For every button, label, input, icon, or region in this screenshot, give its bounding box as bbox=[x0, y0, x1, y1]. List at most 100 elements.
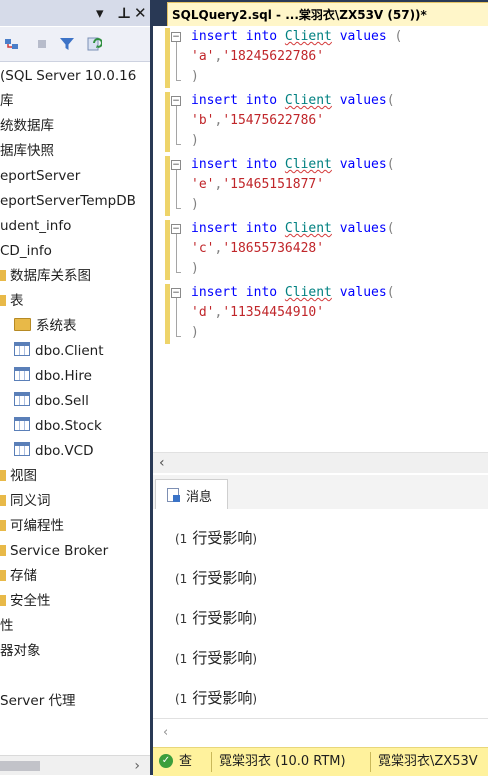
message-count: (1 bbox=[175, 572, 188, 586]
string-literal: '18245622786' bbox=[222, 49, 325, 64]
close-icon[interactable]: ✕ bbox=[134, 4, 147, 22]
tree-node[interactable]: eportServerTempDB bbox=[0, 189, 136, 213]
folder-icon bbox=[0, 470, 6, 481]
collapse-region-icon[interactable]: − bbox=[171, 32, 181, 42]
sql-keyword: values bbox=[339, 221, 387, 236]
filter-icon[interactable] bbox=[59, 36, 75, 52]
folder-icon bbox=[0, 295, 6, 306]
table-icon bbox=[14, 367, 30, 381]
changed-line-marker bbox=[165, 156, 170, 216]
tree-node[interactable]: dbo.Sell bbox=[14, 389, 89, 413]
tree-node[interactable]: (SQL Server 10.0.16 bbox=[0, 64, 136, 88]
tree-node-label: CD_info bbox=[0, 243, 52, 259]
tree-node-label: dbo.VCD bbox=[35, 443, 94, 459]
string-literal: '11354454910' bbox=[222, 305, 325, 320]
code-line: 'b','15475622786' bbox=[191, 111, 324, 131]
folder-icon bbox=[0, 595, 6, 606]
query-status-bar: ✓ 查 霓棠羽衣 (10.0 RTM) 霓棠羽衣\ZX53V bbox=[153, 747, 488, 776]
auto-hide-pin-icon[interactable]: ⊥ bbox=[117, 4, 131, 22]
folder-icon bbox=[0, 570, 6, 581]
query-status-text: 查 bbox=[179, 754, 193, 769]
tree-node[interactable]: 性 bbox=[0, 614, 14, 638]
tree-node[interactable]: 数据库关系图 bbox=[0, 264, 91, 288]
scroll-thumb[interactable] bbox=[0, 761, 40, 771]
tree-node[interactable]: dbo.VCD bbox=[14, 439, 94, 463]
collapse-region-icon[interactable]: − bbox=[171, 288, 181, 298]
tree-node-label: 存储 bbox=[10, 568, 37, 584]
message-close: ) bbox=[252, 692, 258, 706]
tree-node[interactable]: dbo.Hire bbox=[14, 364, 92, 388]
message-row: (1 行受影响) bbox=[175, 608, 257, 629]
paren: ) bbox=[191, 261, 199, 276]
table-name: Client bbox=[284, 29, 332, 44]
editor-horizontal-scrollbar[interactable]: ‹ bbox=[153, 452, 488, 473]
sql-code-editor[interactable]: − insert into Client values ('a','1824562… bbox=[153, 26, 488, 451]
tree-node[interactable]: CD_info bbox=[0, 239, 52, 263]
tree-node[interactable]: dbo.Client bbox=[14, 339, 104, 363]
tree-node[interactable]: 同义词 bbox=[0, 489, 51, 513]
refresh-icon[interactable] bbox=[86, 36, 103, 52]
tree-node[interactable]: Server 代理 bbox=[0, 689, 76, 713]
object-explorer-panel: ▾ ⊥ ✕ (SQL Server 10.0.16 库统数据库据库快照 eportS… bbox=[0, 0, 150, 775]
code-line: 'a','18245622786' bbox=[191, 47, 324, 67]
tree-node[interactable]: 表 bbox=[0, 289, 24, 313]
messages-horizontal-scrollbar[interactable]: ‹ bbox=[153, 718, 488, 747]
string-literal: '15475622786' bbox=[222, 113, 325, 128]
tree-node-label: 安全性 bbox=[10, 593, 51, 609]
tree-node-label: dbo.Hire bbox=[35, 368, 92, 384]
tree-node[interactable]: dbo.Stock bbox=[14, 414, 102, 438]
window-position-dropdown[interactable]: ▾ bbox=[96, 4, 104, 22]
sql-keyword: insert into bbox=[191, 285, 278, 300]
tree-node[interactable]: 器对象 bbox=[0, 639, 41, 663]
tree-node[interactable]: 视图 bbox=[0, 464, 37, 488]
tree-node[interactable]: 可编程性 bbox=[0, 514, 64, 538]
tree-node[interactable]: 安全性 bbox=[0, 589, 51, 613]
collapse-region-icon[interactable]: − bbox=[171, 96, 181, 106]
collapse-region-icon[interactable]: − bbox=[171, 160, 181, 170]
table-icon bbox=[14, 342, 30, 356]
tree-node-label: 据库快照 bbox=[0, 143, 54, 159]
message-close: ) bbox=[252, 612, 258, 626]
tree-node-label: eportServerTempDB bbox=[0, 193, 136, 209]
tree-node[interactable]: 系统表 bbox=[14, 314, 77, 338]
tree-node[interactable]: udent_info bbox=[0, 214, 71, 238]
tab-messages[interactable]: 消息 bbox=[155, 479, 228, 509]
object-explorer-titlebar: ▾ ⊥ ✕ bbox=[0, 0, 150, 26]
sql-keyword: values bbox=[339, 157, 387, 172]
messages-icon bbox=[167, 488, 180, 502]
table-name: Client bbox=[284, 221, 332, 236]
collapse-region-icon[interactable]: − bbox=[171, 224, 181, 234]
table-name: Client bbox=[284, 285, 332, 300]
document-tab-strip: SQLQuery2.sql - ...棠羽衣\ZX53V (57))* bbox=[153, 0, 488, 26]
tree-node[interactable]: Service Broker bbox=[0, 539, 108, 563]
explorer-horizontal-scrollbar[interactable]: › bbox=[0, 755, 150, 775]
tree-node[interactable]: 统数据库 bbox=[0, 114, 54, 138]
message-close: ) bbox=[252, 572, 258, 586]
results-tab-bar: 消息 bbox=[153, 475, 488, 509]
stop-icon[interactable] bbox=[34, 36, 50, 52]
tree-node-label: udent_info bbox=[0, 218, 72, 234]
tree-node-label: (SQL Server 10.0.16 bbox=[0, 68, 137, 84]
tree-node[interactable]: 据库快照 bbox=[0, 139, 54, 163]
message-close: ) bbox=[252, 532, 258, 546]
tree-node[interactable]: eportServer bbox=[0, 164, 80, 188]
folder-icon bbox=[0, 520, 6, 531]
message-row: (1 行受影响) bbox=[175, 568, 257, 589]
tree-node[interactable]: 库 bbox=[0, 89, 14, 113]
string-literal: 'b' bbox=[191, 113, 215, 128]
login-text: 霓棠羽衣\ZX53V bbox=[378, 754, 478, 769]
message-text: 行受影响 bbox=[192, 569, 253, 587]
string-literal: 'a' bbox=[191, 49, 215, 64]
tree-node[interactable]: 存储 bbox=[0, 564, 37, 588]
tab-sqlquery2[interactable]: SQLQuery2.sql - ...棠羽衣\ZX53V (57))* bbox=[167, 2, 488, 26]
table-name: Client bbox=[284, 93, 332, 108]
scroll-left-arrow-icon[interactable]: ‹ bbox=[159, 453, 165, 473]
sql-keyword: insert into bbox=[191, 29, 278, 44]
tree-node-label: 表 bbox=[10, 293, 24, 309]
string-literal: '18655736428' bbox=[222, 241, 325, 256]
scroll-right-arrow-icon[interactable]: › bbox=[134, 756, 140, 775]
connect-icon[interactable] bbox=[4, 36, 20, 52]
scroll-left-arrow-icon[interactable]: ‹ bbox=[163, 725, 168, 740]
sql-keyword: values bbox=[339, 29, 387, 44]
table-icon bbox=[14, 442, 30, 456]
